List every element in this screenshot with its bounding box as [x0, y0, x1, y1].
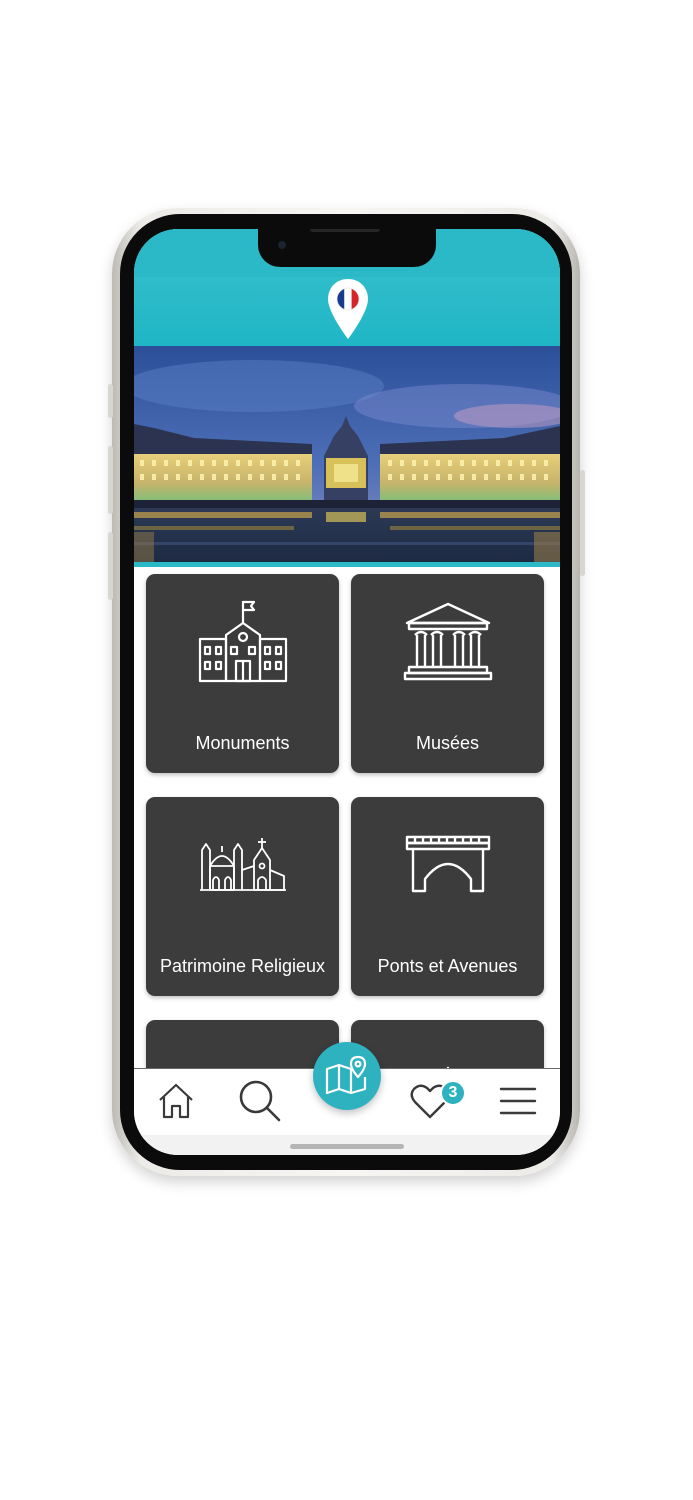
- mute-switch: [108, 384, 113, 418]
- french-flag-icon[interactable]: [326, 277, 370, 341]
- front-camera: [278, 241, 286, 249]
- category-tile-bridges-avenues[interactable]: Ponts et Avenues: [351, 797, 544, 996]
- nav-home[interactable]: [152, 1079, 200, 1123]
- category-label: Monuments: [195, 733, 290, 753]
- volume-up-button: [108, 446, 113, 514]
- menu-icon: [499, 1087, 537, 1115]
- hero-image: [134, 346, 560, 562]
- museum-icon: [403, 602, 492, 681]
- power-button: [580, 470, 585, 576]
- religious-heritage-icon: [199, 838, 286, 891]
- category-label: Musées: [415, 733, 480, 753]
- hero-divider: [134, 562, 560, 567]
- category-label: Patrimoine Religieux: [159, 956, 326, 976]
- nav-search[interactable]: [236, 1079, 284, 1123]
- category-tile-monuments[interactable]: Monuments: [146, 574, 339, 773]
- home-icon: [159, 1083, 193, 1119]
- notch: [258, 229, 436, 267]
- bridge-icon: [405, 835, 490, 893]
- monument-building-icon: [198, 600, 287, 683]
- volume-down-button: [108, 532, 113, 600]
- category-tile-religious-heritage[interactable]: Patrimoine Religieux: [146, 797, 339, 996]
- category-label: Ponts et Avenues: [377, 956, 518, 976]
- map-button[interactable]: [313, 1042, 381, 1110]
- favorites-count-badge: 3: [440, 1080, 466, 1106]
- home-indicator[interactable]: [290, 1144, 404, 1149]
- search-icon: [239, 1080, 281, 1122]
- nav-menu[interactable]: [494, 1079, 542, 1123]
- map-icon: [325, 1055, 367, 1095]
- app-screen: Monuments Musées Patrimoine Religieux Po…: [134, 229, 560, 1155]
- category-tile-museums[interactable]: Musées: [351, 574, 544, 773]
